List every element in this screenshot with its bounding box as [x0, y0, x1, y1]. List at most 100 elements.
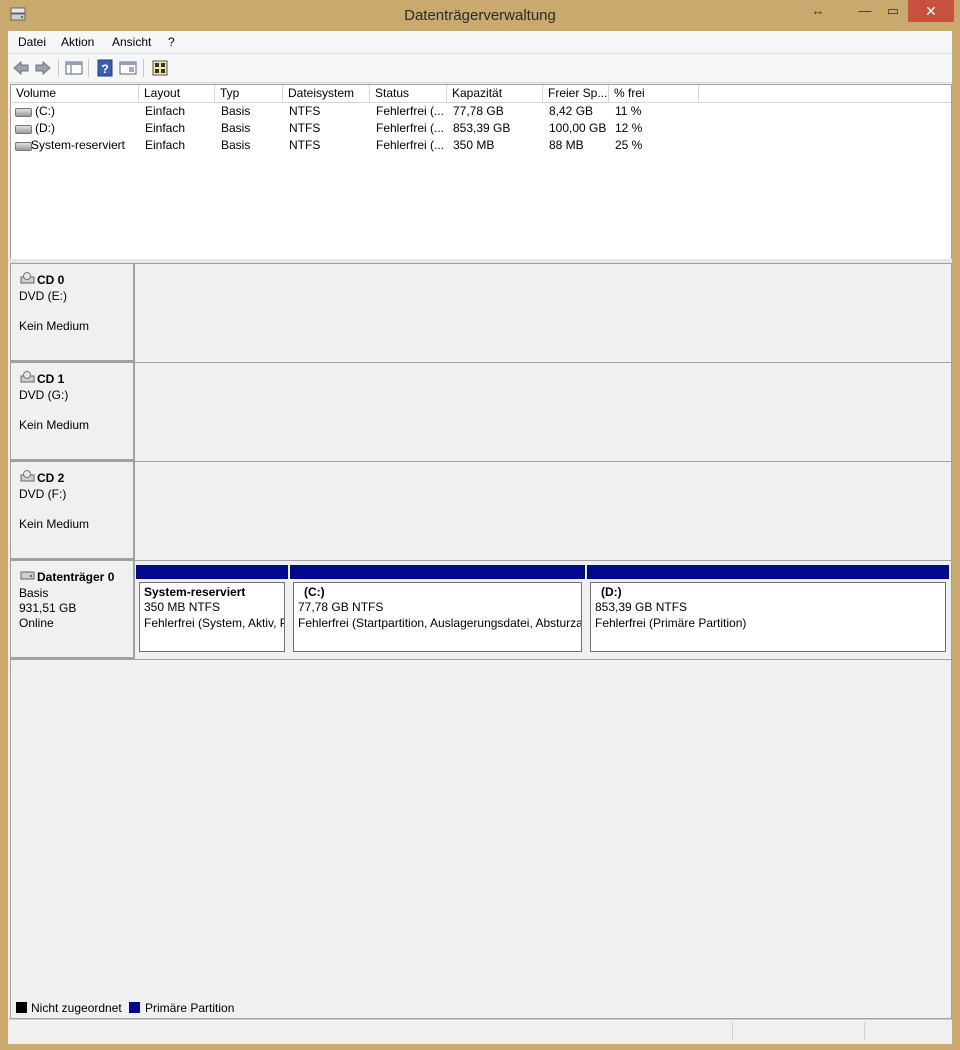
partition-type-bar	[136, 565, 288, 579]
legend-swatch-primary	[129, 1002, 140, 1013]
disk-status: Kein Medium	[19, 319, 90, 333]
close-button[interactable]: ✕	[908, 0, 954, 22]
disk-area	[135, 462, 951, 559]
legend-label-unallocated: Nicht zugeordnet	[31, 1001, 122, 1015]
toolbar: ?	[8, 53, 952, 83]
table-row[interactable]: System-reserviert Einfach Basis NTFS Feh…	[11, 137, 951, 154]
cell-typ: Basis	[221, 104, 251, 118]
hard-disk-icon	[20, 571, 35, 580]
cell-dateisystem: NTFS	[289, 104, 321, 118]
partition-body[interactable]: (C:) 77,78 GB NTFS Fehlerfrei (Startpart…	[293, 582, 582, 652]
partition-body[interactable]: (D:) 853,39 GB NTFS Fehlerfrei (Primäre …	[590, 582, 946, 652]
menu-aktion[interactable]: Aktion	[61, 35, 94, 49]
partition-c[interactable]: (C:) 77,78 GB NTFS Fehlerfrei (Startpart…	[290, 565, 585, 653]
maximize-button[interactable]: ▭	[878, 0, 908, 22]
column-header-status[interactable]: Status	[370, 85, 447, 102]
partition-type-bar	[587, 565, 949, 579]
partition-size: 350 MB NTFS	[144, 600, 221, 614]
disk-size: 931,51 GB	[19, 601, 77, 615]
cell-freier-speicher: 100,00 GB	[549, 121, 607, 135]
disk-row-cd2[interactable]: CD 2 DVD (F:) Kein Medium	[11, 462, 951, 561]
table-row[interactable]: (C:) Einfach Basis NTFS Fehlerfrei (... …	[11, 103, 951, 120]
legend-swatch-unallocated	[16, 1002, 27, 1013]
partition-type-bar	[290, 565, 585, 579]
cell-kapazitaet: 350 MB	[453, 138, 495, 152]
disk-area	[135, 264, 951, 361]
disk-graphical-view: CD 0 DVD (E:) Kein Medium CD 1 DVD (G:)	[10, 263, 952, 1000]
toolbar-separator	[88, 59, 89, 77]
title-bar[interactable]: Datenträgerverwaltung ↔ — ▭ ✕	[0, 0, 960, 30]
column-header-dateisystem[interactable]: Dateisystem	[283, 85, 370, 102]
disk-status: Kein Medium	[19, 418, 90, 432]
status-pane	[732, 1022, 733, 1040]
cd-drive-icon	[20, 272, 35, 284]
partition-size: 77,78 GB NTFS	[298, 600, 384, 614]
disk-refresh-icon[interactable]	[151, 59, 169, 77]
cell-kapazitaet: 77,78 GB	[453, 104, 504, 118]
disk-name: Datenträger 0	[37, 570, 115, 584]
cell-dateisystem: NTFS	[289, 138, 321, 152]
status-pane	[864, 1022, 865, 1040]
disk-label[interactable]: CD 0 DVD (E:) Kein Medium	[11, 264, 135, 362]
help-icon[interactable]: ?	[96, 59, 114, 77]
disk-type: DVD (E:)	[19, 289, 67, 303]
disk-name: CD 2	[37, 471, 65, 485]
client-area: Datei Aktion Ansicht ? ? Volume Layout T…	[8, 31, 952, 1044]
disk-name: CD 0	[37, 273, 65, 287]
svg-text:?: ?	[101, 62, 108, 76]
table-row[interactable]: (D:) Einfach Basis NTFS Fehlerfrei (... …	[11, 120, 951, 137]
cell-prozent-frei: 12 %	[615, 121, 643, 135]
partition-status: Fehlerfrei (Primäre Partition)	[595, 616, 747, 630]
disk-status: Kein Medium	[19, 517, 90, 531]
disk-row-disk0[interactable]: Datenträger 0 Basis 931,51 GB Online Sys…	[11, 561, 951, 660]
cell-layout: Einfach	[145, 138, 186, 152]
volume-list[interactable]: Volume Layout Typ Dateisystem Status Kap…	[10, 84, 952, 260]
disk-area	[135, 363, 951, 460]
column-header-kapazitaet[interactable]: Kapazität	[447, 85, 543, 102]
partition-body[interactable]: System-reserviert 350 MB NTFS Fehlerfrei…	[139, 582, 285, 652]
column-header-volume[interactable]: Volume	[11, 85, 139, 102]
cell-layout: Einfach	[145, 104, 186, 118]
partition-status: Fehlerfrei (Startpartition, Auslagerungs…	[298, 616, 582, 630]
cell-prozent-frei: 11 %	[615, 104, 642, 118]
partition-system-reserved[interactable]: System-reserviert 350 MB NTFS Fehlerfrei…	[136, 565, 288, 653]
status-bar	[8, 1019, 952, 1044]
disk-label[interactable]: CD 2 DVD (F:) Kein Medium	[11, 462, 135, 560]
forward-arrow-icon[interactable]	[34, 59, 52, 77]
disk-label[interactable]: CD 1 DVD (G:) Kein Medium	[11, 363, 135, 461]
disk-row-cd1[interactable]: CD 1 DVD (G:) Kein Medium	[11, 363, 951, 462]
partition-name: (D:)	[601, 585, 622, 599]
minimize-button[interactable]: —	[850, 0, 880, 22]
column-header-layout[interactable]: Layout	[139, 85, 215, 102]
menu-help[interactable]: ?	[168, 35, 175, 49]
column-header-prozent-frei[interactable]: % frei	[609, 85, 699, 102]
cd-drive-icon	[20, 371, 35, 383]
cell-typ: Basis	[221, 121, 251, 135]
partition-name: System-reserviert	[144, 585, 246, 599]
disk-type: DVD (F:)	[19, 487, 67, 501]
disk-area: System-reserviert 350 MB NTFS Fehlerfrei…	[135, 561, 951, 658]
partition-d[interactable]: (D:) 853,39 GB NTFS Fehlerfrei (Primäre …	[587, 565, 949, 653]
menu-datei[interactable]: Datei	[18, 35, 46, 49]
disk-type: Basis	[19, 586, 49, 600]
column-header-typ[interactable]: Typ	[215, 85, 283, 102]
cell-volume: (D:)	[35, 121, 55, 135]
disk-label[interactable]: Datenträger 0 Basis 931,51 GB Online	[11, 561, 135, 659]
properties-icon[interactable]	[119, 59, 137, 77]
menu-ansicht[interactable]: Ansicht	[112, 35, 151, 49]
cell-freier-speicher: 88 MB	[549, 138, 584, 152]
cd-drive-icon	[20, 470, 35, 482]
menu-bar: Datei Aktion Ansicht ?	[8, 31, 952, 53]
disk-status: Online	[19, 616, 54, 630]
toolbar-separator	[143, 59, 144, 77]
cell-dateisystem: NTFS	[289, 121, 321, 135]
partition-size: 853,39 GB NTFS	[595, 600, 688, 614]
column-header-freier-speicher[interactable]: Freier Sp...	[543, 85, 609, 102]
disk-row-cd0[interactable]: CD 0 DVD (E:) Kein Medium	[11, 264, 951, 363]
partition-name: (C:)	[304, 585, 325, 599]
console-tree-icon[interactable]	[65, 59, 83, 77]
back-arrow-icon[interactable]	[12, 59, 30, 77]
cell-volume: System-reserviert	[31, 138, 126, 152]
legend: Nicht zugeordnet Primäre Partition	[10, 998, 952, 1019]
cell-typ: Basis	[221, 138, 251, 152]
